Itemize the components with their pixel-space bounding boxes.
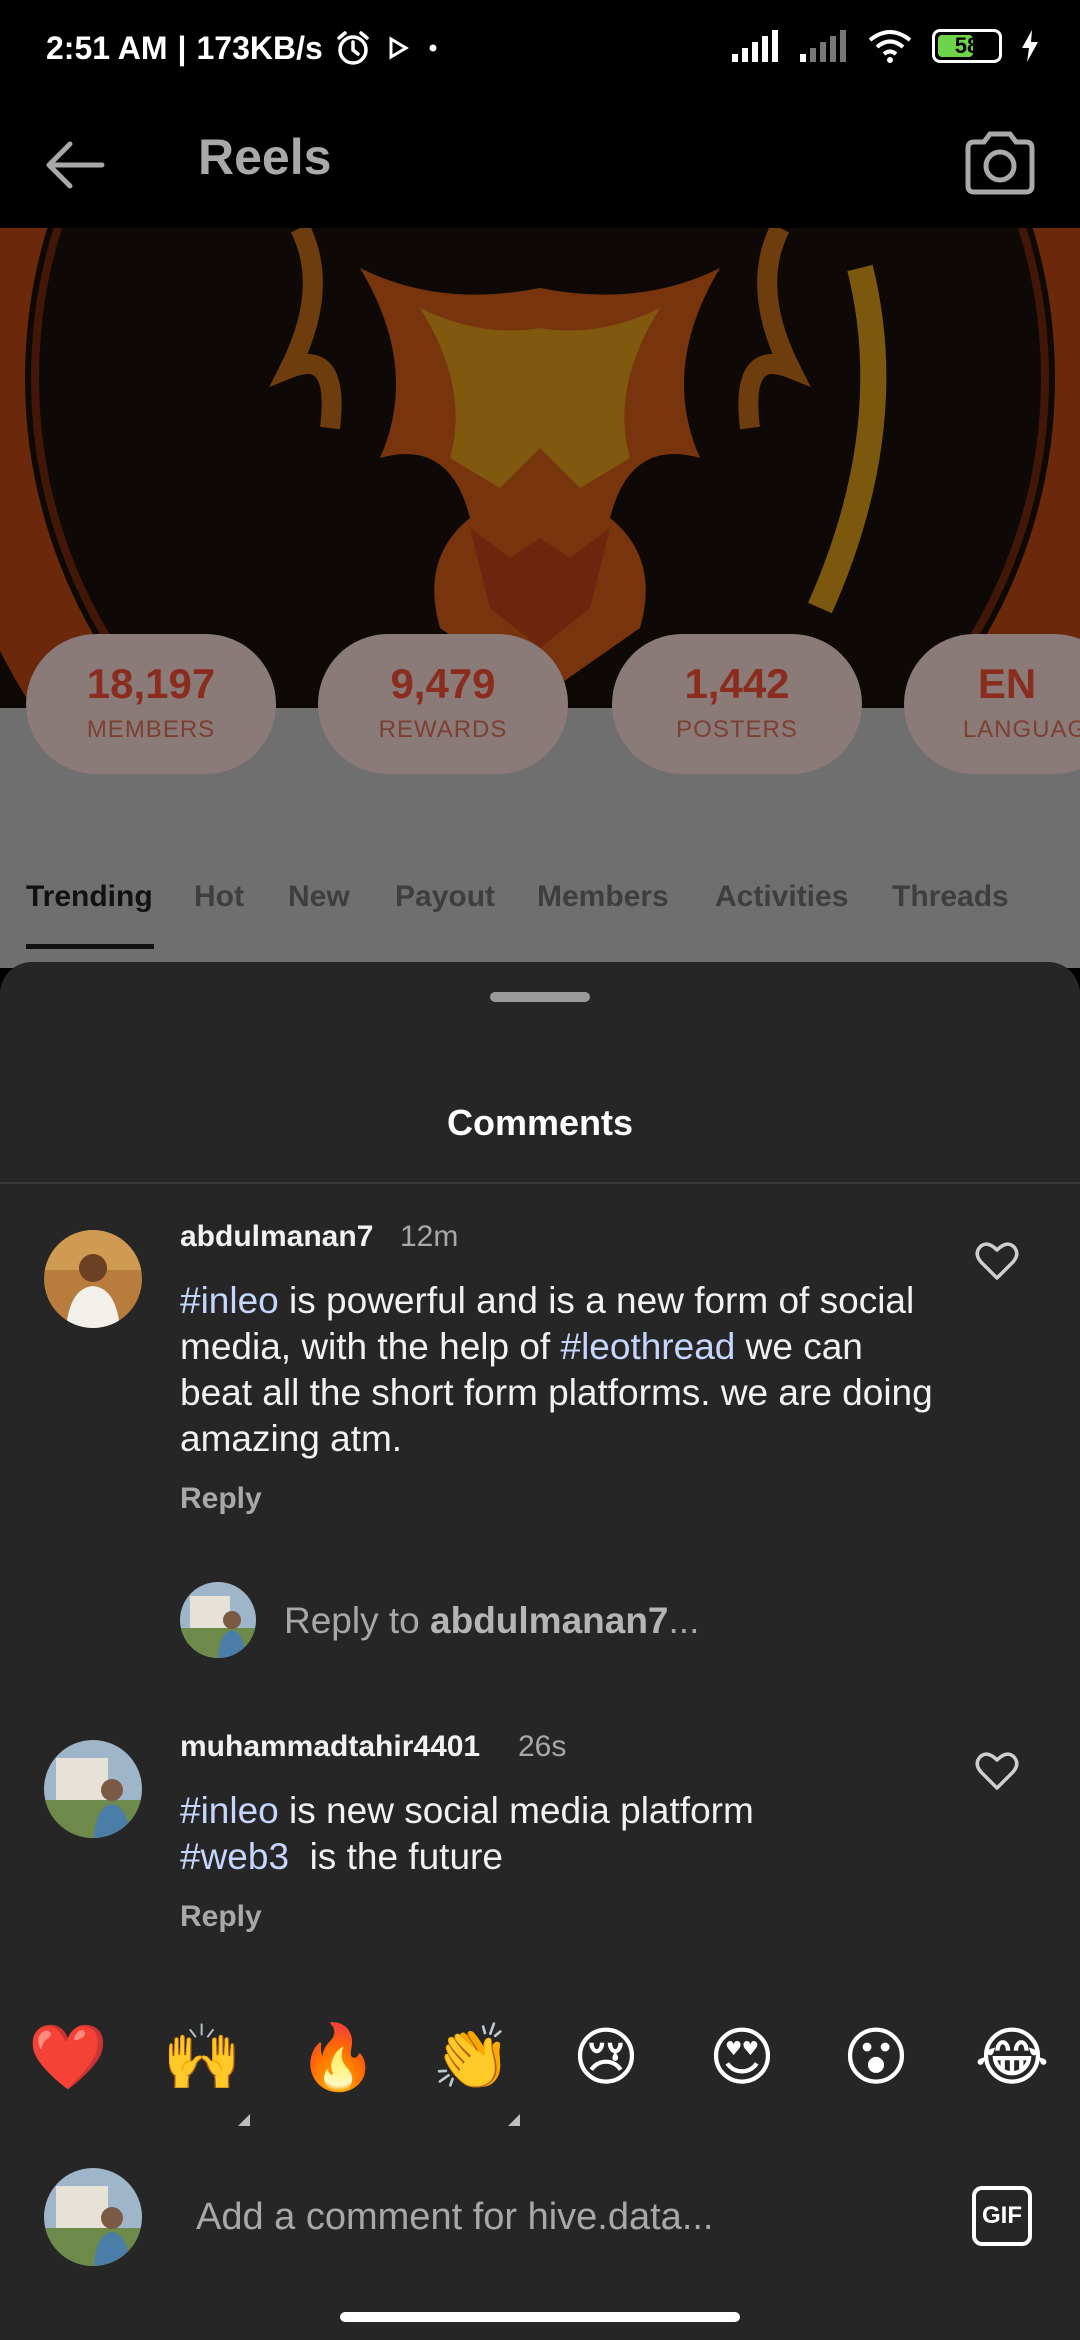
heart-emoji-button[interactable]: ❤️ xyxy=(28,2018,108,2098)
clapping-hands-emoji-button[interactable]: 👏 xyxy=(432,2018,512,2098)
reply-button[interactable]: Reply xyxy=(180,1900,262,1934)
tab-new[interactable]: New xyxy=(288,880,350,914)
community-background: 18,197 MEMBERS 9,479 REWARDS 1,442 POSTE… xyxy=(0,228,1080,968)
like-heart-icon[interactable] xyxy=(974,1750,1020,1792)
emoji-variant-indicator xyxy=(238,2114,250,2126)
like-heart-icon[interactable] xyxy=(974,1240,1020,1282)
avatar-image xyxy=(44,1230,142,1328)
hashtag-link[interactable]: #inleo xyxy=(180,1280,279,1321)
alarm-icon xyxy=(337,31,369,65)
raising-hands-emoji-button[interactable]: 🙌 xyxy=(162,2018,242,2098)
tab-trending[interactable]: Trending xyxy=(26,880,153,914)
wifi-icon xyxy=(868,30,912,63)
stat-label: LANGUAG xyxy=(962,716,1080,743)
reply-to-prompt[interactable]: Reply to abdulmanan7... xyxy=(284,1600,699,1642)
network-speed: 173KB/s xyxy=(196,29,323,66)
community-tabs: Trending Hot New Payout Members Activiti… xyxy=(0,868,1080,968)
status-time: 2:51 AM xyxy=(46,29,168,66)
fire-emoji-button[interactable]: 🔥 xyxy=(298,2018,378,2098)
stat-value: EN xyxy=(977,660,1037,707)
stat-rewards: 9,479 REWARDS xyxy=(318,634,568,774)
app-bar: Reels xyxy=(0,100,1080,228)
stat-value: 18,197 xyxy=(86,660,216,707)
dot-icon xyxy=(429,44,437,52)
hashtag-link[interactable]: #web3 xyxy=(180,1836,289,1877)
heart-eyes-emoji-button[interactable]: 😍 xyxy=(702,2018,782,2098)
battery-icon: 58 xyxy=(932,29,1002,63)
tab-threads[interactable]: Threads xyxy=(892,880,1009,914)
emoji-reaction-bar: ❤️ 🙌 🔥 👏 😢 😍 😮 😂 xyxy=(0,1990,1080,2140)
camera-icon[interactable] xyxy=(960,124,1040,204)
tab-members[interactable]: Members xyxy=(537,880,669,914)
stat-label: MEMBERS xyxy=(86,716,216,743)
comment-composer: GIF xyxy=(0,2142,1080,2292)
avatar-image xyxy=(44,2168,142,2266)
divider xyxy=(0,1182,1080,1184)
comment-text: #inleo is powerful and is a new form of … xyxy=(180,1278,940,1462)
stat-language: EN LANGUAG xyxy=(904,634,1080,774)
comment-username[interactable]: muhammadtahir4401 xyxy=(180,1730,480,1764)
reply-prompt-prefix: Reply to xyxy=(284,1600,431,1641)
comment-time: 26s xyxy=(518,1730,567,1763)
avatar-image xyxy=(44,1740,142,1838)
page-title: Reels xyxy=(198,129,332,185)
status-separator: | xyxy=(177,29,187,66)
laughing-tears-emoji-button[interactable]: 😂 xyxy=(972,2018,1052,2098)
battery-level: 58 xyxy=(954,33,980,58)
comments-sheet: Comments abdulmanan7 12m #inleo is power… xyxy=(0,962,1080,2340)
comment-text-part: is new social media platform xyxy=(278,1790,754,1831)
charging-icon xyxy=(1022,30,1038,62)
reply-prompt-username: abdulmanan7 xyxy=(430,1600,669,1641)
drag-handle[interactable] xyxy=(490,992,590,1002)
avatar[interactable] xyxy=(44,1740,142,1838)
tab-hot[interactable]: Hot xyxy=(194,880,244,914)
tab-activities[interactable]: Activities xyxy=(715,880,848,914)
surprised-face-emoji-button[interactable]: 😮 xyxy=(836,2018,916,2098)
status-bar: 2:51 AM | 173KB/s 58 xyxy=(0,0,1080,100)
comment-input[interactable] xyxy=(196,2182,916,2252)
stat-posters: 1,442 POSTERS xyxy=(612,634,862,774)
status-left: 2:51 AM | 173KB/s xyxy=(46,28,443,68)
gif-button[interactable]: GIF xyxy=(972,2186,1032,2246)
comment-text-part: is the future xyxy=(289,1836,503,1877)
emoji-variant-indicator xyxy=(508,2114,520,2126)
status-right: 58 xyxy=(730,28,1040,64)
stat-label: POSTERS xyxy=(676,716,798,743)
stat-value: 9,479 xyxy=(390,660,496,707)
stat-label: REWARDS xyxy=(378,716,508,743)
avatar-image xyxy=(180,1582,256,1658)
stat-members: 18,197 MEMBERS xyxy=(26,634,276,774)
avatar[interactable] xyxy=(44,1230,142,1328)
my-avatar xyxy=(44,2168,142,2266)
hashtag-link[interactable]: #inleo xyxy=(180,1790,279,1831)
media-play-icon xyxy=(389,36,409,60)
back-arrow-icon[interactable] xyxy=(40,130,110,200)
home-indicator[interactable] xyxy=(340,2312,740,2322)
hashtag-link[interactable]: #leothread xyxy=(561,1326,736,1367)
comment-text: #inleo is new social media platform #web… xyxy=(180,1788,940,1880)
reply-prompt-suffix: ... xyxy=(668,1600,700,1641)
crying-face-emoji-button[interactable]: 😢 xyxy=(566,2018,646,2098)
stat-value: 1,442 xyxy=(684,660,790,707)
comment-username[interactable]: abdulmanan7 xyxy=(180,1220,373,1254)
signal-icon xyxy=(732,30,778,62)
signal-icon xyxy=(800,30,846,62)
my-avatar xyxy=(180,1582,256,1658)
reply-button[interactable]: Reply xyxy=(180,1482,262,1516)
tab-payout[interactable]: Payout xyxy=(395,880,495,914)
sheet-title: Comments xyxy=(446,1102,634,1143)
comment-time: 12m xyxy=(400,1220,459,1253)
active-tab-indicator xyxy=(26,944,154,949)
